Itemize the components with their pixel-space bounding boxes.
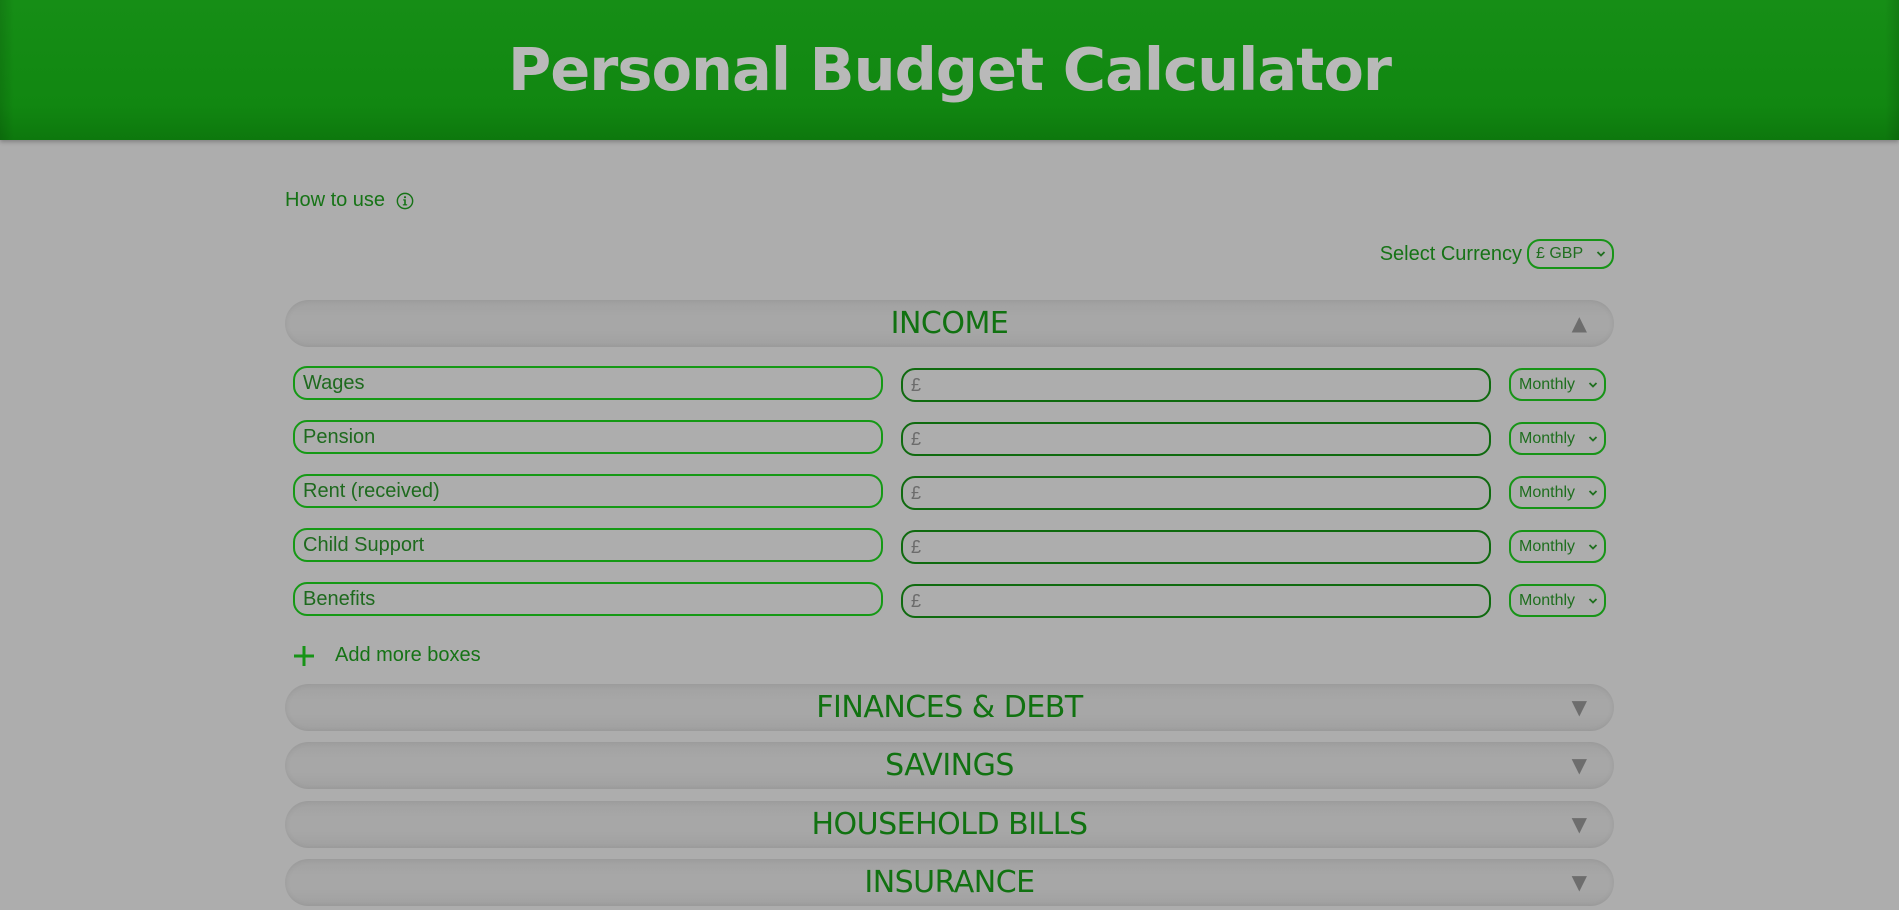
income-label-field[interactable]: Pension <box>293 420 883 454</box>
income-label-field[interactable]: Child Support <box>293 528 883 562</box>
page-title: Personal Budget Calculator <box>508 35 1392 104</box>
how-to-use-label: How to use <box>285 189 386 211</box>
frequency-select[interactable]: Monthly <box>1509 584 1606 617</box>
add-more-label: Add more boxes <box>335 644 481 666</box>
chevron-down-icon <box>1596 251 1606 257</box>
section-finances-title: FINANCES & DEBT <box>816 690 1083 725</box>
income-amount-field[interactable]: £ <box>901 476 1491 510</box>
income-row: Benefits £ Monthly <box>293 582 1606 618</box>
section-insurance-title: INSURANCE <box>864 865 1035 900</box>
section-household-bills-header[interactable]: HOUSEHOLD BILLS ▼ <box>285 801 1614 848</box>
collapse-arrow-icon[interactable]: ▲ <box>1572 300 1587 347</box>
income-row: Rent (received) £ Monthly <box>293 474 1606 510</box>
income-amount-field[interactable]: £ <box>901 368 1491 402</box>
chevron-down-icon <box>1588 597 1598 604</box>
income-label-field[interactable]: Rent (received) <box>293 474 883 508</box>
income-amount-field[interactable]: £ <box>901 584 1491 618</box>
chevron-down-icon <box>1588 381 1598 388</box>
expand-arrow-icon[interactable]: ▼ <box>1572 684 1587 731</box>
frequency-select[interactable]: Monthly <box>1509 476 1606 509</box>
income-row: Pension £ Monthly <box>293 420 1606 456</box>
income-label-field[interactable]: Benefits <box>293 582 883 616</box>
section-income-header[interactable]: INCOME ▲ <box>285 300 1614 347</box>
currency-label: Select Currency <box>1379 242 1522 265</box>
info-circle-icon[interactable] <box>396 192 414 210</box>
frequency-selected-value: Monthly <box>1519 429 1576 447</box>
expand-arrow-icon[interactable]: ▼ <box>1572 801 1587 848</box>
plus-icon <box>294 645 314 666</box>
frequency-selected-value: Monthly <box>1519 375 1576 393</box>
chevron-down-icon <box>1588 489 1598 496</box>
currency-selector: Select Currency £ GBP <box>1380 239 1614 269</box>
frequency-select[interactable]: Monthly <box>1509 422 1606 455</box>
frequency-select[interactable]: Monthly <box>1509 368 1606 401</box>
income-amount-field[interactable]: £ <box>901 530 1491 564</box>
chevron-down-icon <box>1588 543 1598 550</box>
income-label-field[interactable]: Wages <box>293 366 883 400</box>
income-row: Wages £ Monthly <box>293 366 1606 402</box>
how-to-use-link[interactable]: How to use <box>285 189 414 212</box>
section-savings-title: SAVINGS <box>885 748 1014 783</box>
expand-arrow-icon[interactable]: ▼ <box>1572 859 1587 906</box>
frequency-selected-value: Monthly <box>1519 537 1576 555</box>
currency-selected-value: £ GBP <box>1536 245 1584 262</box>
expand-arrow-icon[interactable]: ▼ <box>1572 742 1587 789</box>
income-row: Child Support £ Monthly <box>293 528 1606 564</box>
section-income-title: INCOME <box>890 306 1009 341</box>
currency-select[interactable]: £ GBP <box>1527 239 1614 269</box>
header-banner: Personal Budget Calculator <box>0 0 1899 140</box>
frequency-selected-value: Monthly <box>1519 591 1576 609</box>
income-amount-field[interactable]: £ <box>901 422 1491 456</box>
section-finances-header[interactable]: FINANCES & DEBT ▼ <box>285 684 1614 731</box>
chevron-down-icon <box>1588 435 1598 442</box>
section-savings-header[interactable]: SAVINGS ▼ <box>285 742 1614 789</box>
frequency-selected-value: Monthly <box>1519 483 1576 501</box>
frequency-select[interactable]: Monthly <box>1509 530 1606 563</box>
add-more-boxes-button[interactable]: Add more boxes <box>293 644 481 667</box>
section-household-bills-title: HOUSEHOLD BILLS <box>811 807 1088 842</box>
section-insurance-header[interactable]: INSURANCE ▼ <box>285 859 1614 906</box>
